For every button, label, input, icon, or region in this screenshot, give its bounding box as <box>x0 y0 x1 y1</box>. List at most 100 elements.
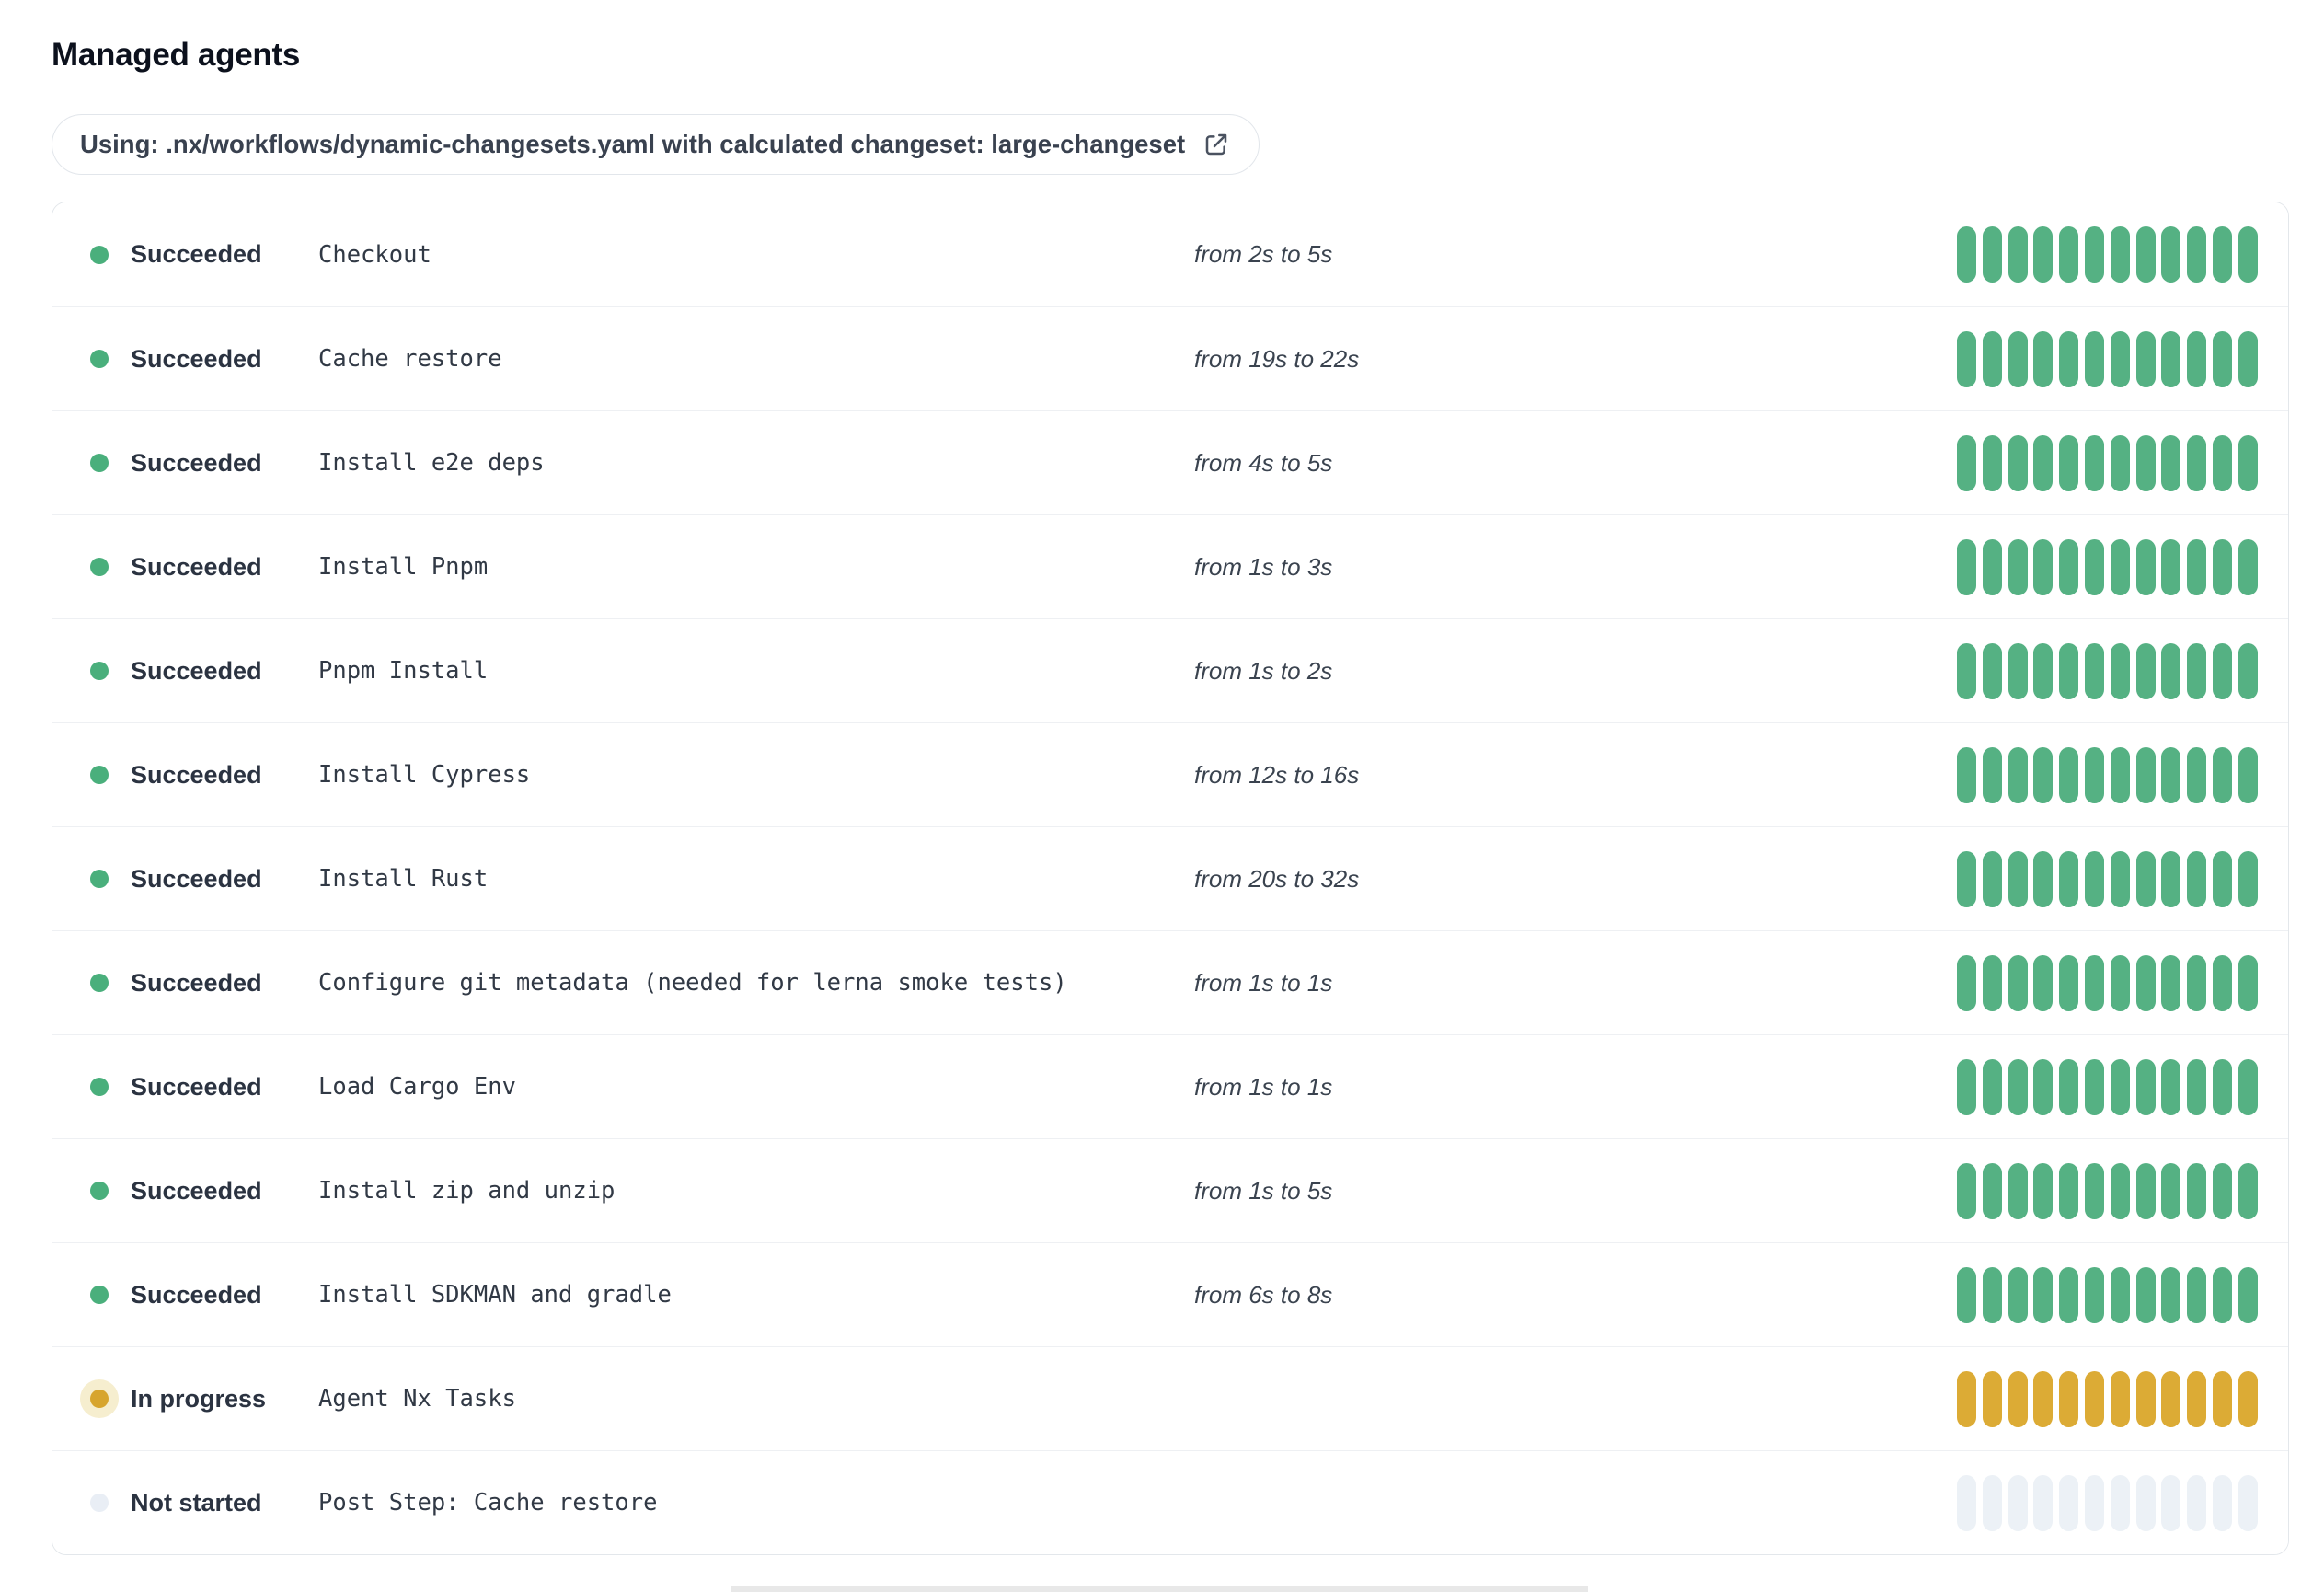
status-bar-segment <box>2008 850 2028 907</box>
status-bar-segment <box>1982 1266 2002 1323</box>
status-bar-segment <box>2008 1162 2028 1219</box>
status-bar-segment <box>1982 538 2002 595</box>
status-bar-segment <box>2187 954 2207 1011</box>
status-cell: Succeeded <box>52 240 318 269</box>
status-label: Succeeded <box>131 1176 262 1205</box>
status-bar-segment <box>1982 330 2002 387</box>
status-bar-segment <box>2238 1266 2258 1323</box>
status-label: Succeeded <box>131 968 262 997</box>
status-cell: Succeeded <box>52 553 318 582</box>
duration-range: from 6s to 8s <box>1194 1280 1333 1309</box>
status-bar-segment <box>2161 1162 2181 1219</box>
status-bar-segment <box>2238 226 2258 283</box>
step-name: Post Step: Cache restore <box>318 1489 658 1517</box>
status-bar-segment <box>2161 746 2181 803</box>
status-bar-segment <box>2135 1266 2156 1323</box>
utilization-bars <box>1957 1474 2288 1531</box>
status-bar-segment <box>2110 434 2130 491</box>
workflow-banner-link[interactable]: Using: .nx/workflows/dynamic-changesets.… <box>52 114 1260 175</box>
status-bar-segment <box>2135 330 2156 387</box>
status-bar-segment <box>2008 1474 2028 1531</box>
status-dot-icon <box>90 1286 109 1304</box>
status-bar-segment <box>1982 226 2002 283</box>
status-bar-segment <box>2135 850 2156 907</box>
agent-row[interactable]: Succeeded Install Pnpm from 1s to 3s <box>52 514 2288 618</box>
duration-range: from 1s to 1s <box>1194 1072 1333 1101</box>
status-bar-segment <box>2033 226 2054 283</box>
agent-row[interactable]: Succeeded Cache restore from 19s to 22s <box>52 306 2288 410</box>
status-bar-segment <box>1982 1474 2002 1531</box>
status-dot-icon <box>90 454 109 472</box>
status-bar-segment <box>2008 746 2028 803</box>
status-bar-segment <box>2110 1162 2130 1219</box>
status-bar-segment <box>2238 850 2258 907</box>
agent-row[interactable]: Succeeded Install zip and unzip from 1s … <box>52 1138 2288 1242</box>
duration-range: from 2s to 5s <box>1194 240 1333 268</box>
status-bar-segment <box>2110 226 2130 283</box>
status-bar-segment <box>1982 1058 2002 1115</box>
status-label: Succeeded <box>131 760 262 789</box>
status-bar-segment <box>2059 330 2079 387</box>
status-bar-segment <box>2008 330 2028 387</box>
agent-row[interactable]: Succeeded Install Cypress from 12s to 16… <box>52 722 2288 826</box>
step-name: Install Pnpm <box>318 553 489 581</box>
status-label: Succeeded <box>131 552 262 581</box>
status-bar-segment <box>2161 642 2181 699</box>
agent-row[interactable]: Succeeded Install Rust from 20s to 32s <box>52 826 2288 930</box>
status-cell: Succeeded <box>52 761 318 790</box>
agent-row[interactable]: Not started Post Step: Cache restore <box>52 1450 2288 1554</box>
status-bar-segment <box>2110 1370 2130 1427</box>
page-title: Managed agents <box>52 37 301 73</box>
status-bar-segment <box>2161 434 2181 491</box>
status-dot-icon <box>90 662 109 680</box>
status-bar-segment <box>2135 226 2156 283</box>
status-bar-segment <box>1982 1162 2002 1219</box>
status-bar-segment <box>2059 1370 2079 1427</box>
status-label: Not started <box>131 1488 262 1517</box>
status-bar-segment <box>2238 642 2258 699</box>
agent-row[interactable]: Succeeded Checkout from 2s to 5s <box>52 202 2288 306</box>
status-bar-segment <box>2008 954 2028 1011</box>
step-name: Install Cypress <box>318 761 531 789</box>
status-bar-segment <box>2084 1266 2104 1323</box>
status-bar-segment <box>2212 538 2232 595</box>
status-bar-segment <box>2084 1370 2104 1427</box>
status-bar-segment <box>2238 746 2258 803</box>
status-bar-segment <box>2161 850 2181 907</box>
agent-row[interactable]: Succeeded Load Cargo Env from 1s to 1s <box>52 1034 2288 1138</box>
status-dot-icon <box>90 350 109 368</box>
next-section-edge <box>731 1586 1588 1592</box>
status-bar-segment <box>2238 1370 2258 1427</box>
status-bar-segment <box>2212 642 2232 699</box>
status-bar-segment <box>2059 538 2079 595</box>
status-bar-segment <box>1957 538 1976 595</box>
status-bar-segment <box>2161 330 2181 387</box>
status-bar-segment <box>1957 642 1976 699</box>
utilization-bars <box>1957 1370 2288 1427</box>
status-bar-segment <box>2187 226 2207 283</box>
status-label: Succeeded <box>131 1280 262 1309</box>
agent-row[interactable]: Succeeded Install e2e deps from 4s to 5s <box>52 410 2288 514</box>
step-name: Install zip and unzip <box>318 1177 616 1205</box>
duration-range: from 4s to 5s <box>1194 448 1333 477</box>
status-bar-segment <box>2033 1266 2054 1323</box>
status-cell: Succeeded <box>52 1281 318 1309</box>
status-bar-segment <box>2110 954 2130 1011</box>
agent-row[interactable]: Succeeded Pnpm Install from 1s to 2s <box>52 618 2288 722</box>
duration-range: from 1s to 3s <box>1194 552 1333 581</box>
status-bar-segment <box>2084 226 2104 283</box>
agent-row[interactable]: In progress Agent Nx Tasks <box>52 1346 2288 1450</box>
agent-row[interactable]: Succeeded Install SDKMAN and gradle from… <box>52 1242 2288 1346</box>
status-bar-segment <box>1957 850 1976 907</box>
step-name: Agent Nx Tasks <box>318 1385 516 1413</box>
status-bar-segment <box>2059 642 2079 699</box>
status-bar-segment <box>2238 1474 2258 1531</box>
agent-row[interactable]: Succeeded Configure git metadata (needed… <box>52 930 2288 1034</box>
utilization-bars <box>1957 1058 2288 1115</box>
status-bar-segment <box>1982 850 2002 907</box>
status-bar-segment <box>2059 746 2079 803</box>
status-bar-segment <box>2212 954 2232 1011</box>
status-bar-segment <box>2187 330 2207 387</box>
status-bar-segment <box>1957 1058 1976 1115</box>
utilization-bars <box>1957 1162 2288 1219</box>
